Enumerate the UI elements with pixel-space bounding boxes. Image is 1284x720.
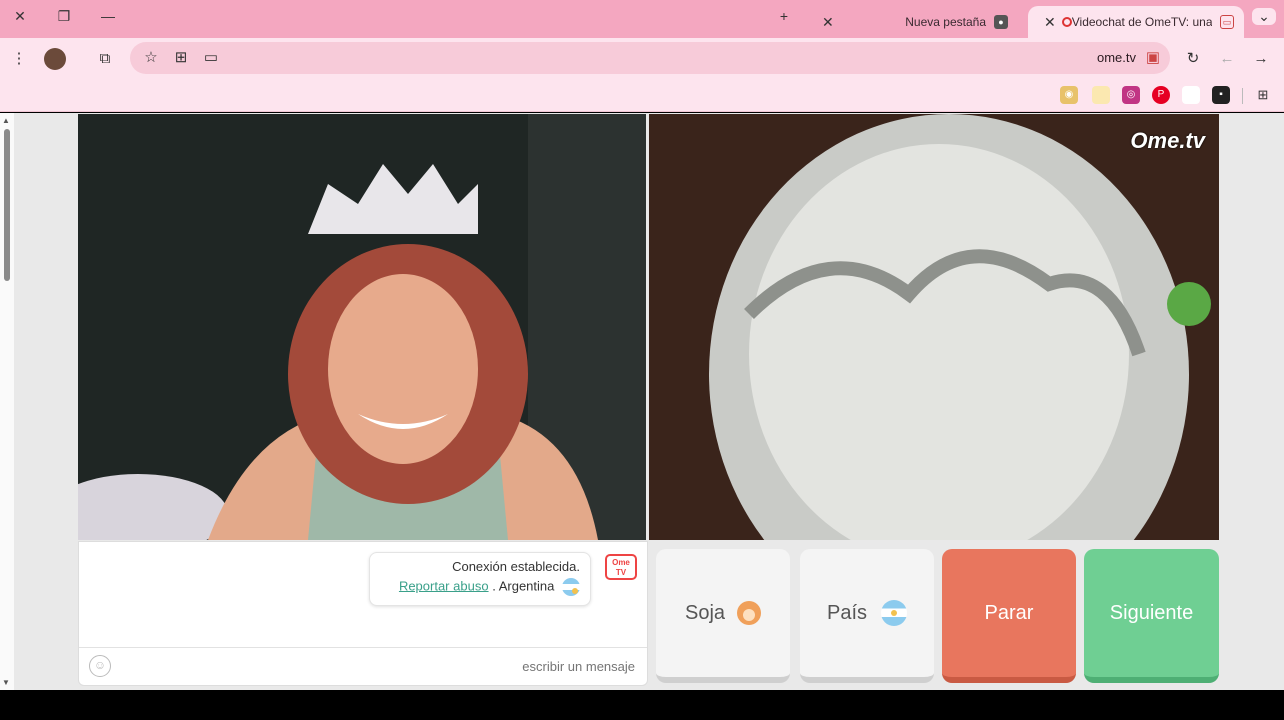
- page-content: ▲ ▼ Ome.tv Conexión establecida. Reporta…: [0, 113, 1284, 690]
- pinterest-icon[interactable]: P: [1152, 86, 1170, 104]
- recording-icon: [1061, 17, 1072, 27]
- country-filter-button[interactable]: País: [800, 549, 934, 683]
- minimize-window-icon[interactable]: —: [96, 8, 120, 24]
- country-text: Argentina: [498, 578, 555, 594]
- instagram-icon[interactable]: ◎: [1122, 86, 1140, 104]
- new-tab-icon[interactable]: +: [772, 8, 796, 24]
- tab-title: Videochat de OmeTV: una: [1071, 15, 1212, 29]
- stop-label: Parar: [984, 601, 1034, 624]
- cast-icon[interactable]: ▭: [200, 47, 222, 69]
- self-video: Ome.tv: [649, 114, 1219, 540]
- tab-new-tab[interactable]: ✕ Nueva pestaña ●: [806, 6, 1018, 38]
- url-text[interactable]: ome.tv: [1097, 50, 1136, 65]
- site-info-icon[interactable]: ▣: [1142, 47, 1164, 69]
- next-button[interactable]: Siguiente: [1084, 549, 1219, 683]
- emoji-icon[interactable]: ☺: [89, 655, 111, 677]
- chrome-icon: ●: [994, 15, 1008, 29]
- argentina-flag-icon: [562, 578, 580, 596]
- separator-text: .: [492, 578, 496, 594]
- bookmark-icon[interactable]: ◉: [1060, 86, 1078, 104]
- bookmark-icon[interactable]: [1092, 86, 1110, 104]
- reload-icon[interactable]: ↻: [1182, 48, 1204, 70]
- close-tab-icon[interactable]: ✕: [1044, 14, 1056, 31]
- ometv-logo-icon: Ome TV: [605, 554, 637, 580]
- connection-status-text: Conexión establecida.: [452, 559, 580, 574]
- bookmark-icon[interactable]: [1182, 86, 1200, 104]
- profile-avatar[interactable]: [44, 48, 66, 70]
- tab-title: Nueva pestaña: [905, 15, 986, 29]
- close-tab-icon[interactable]: ✕: [822, 14, 834, 31]
- scrollbar-thumb[interactable]: [4, 129, 10, 281]
- scroll-down-icon[interactable]: ▼: [2, 678, 10, 687]
- self-video-image: [649, 114, 1219, 540]
- gender-filter-button[interactable]: Soja: [656, 549, 790, 683]
- partner-video: [78, 114, 646, 540]
- address-bar[interactable]: ☆ ⊞ ▭ ome.tv ▣: [130, 42, 1170, 74]
- extensions-icon[interactable]: ⧉: [94, 48, 116, 70]
- stop-button[interactable]: Parar: [942, 549, 1076, 683]
- forward-icon[interactable]: ←: [1216, 48, 1238, 70]
- report-abuse-link[interactable]: Reportar abuso: [399, 578, 489, 593]
- translate-icon[interactable]: ⊞: [170, 47, 192, 69]
- menu-icon[interactable]: ⋮: [8, 48, 30, 70]
- close-window-icon[interactable]: ✕: [8, 8, 32, 25]
- bookmarks-bar: ◉ ◎ P ▪ ⊞: [0, 80, 1284, 112]
- scrollbar[interactable]: ▲ ▼: [0, 113, 14, 690]
- taskbar-area: [0, 690, 1284, 720]
- back-icon[interactable]: →: [1250, 48, 1272, 70]
- browser-toolbar: ⋮ ⧉ ☆ ⊞ ▭ ome.tv ▣ ↻ ← →: [0, 38, 1284, 80]
- gender-filter-label: Soja: [684, 601, 726, 624]
- country-filter-label: País: [826, 601, 868, 624]
- scroll-up-icon[interactable]: ▲: [2, 116, 10, 125]
- argentina-flag-icon: [881, 600, 908, 626]
- next-label: Siguiente: [1109, 601, 1194, 624]
- tab-ometv[interactable]: ✕ Videochat de OmeTV: una ▭: [1028, 6, 1244, 38]
- woman-emoji-icon: [737, 601, 762, 625]
- partner-video-image: [78, 114, 646, 540]
- ometv-favicon-icon: ▭: [1220, 15, 1234, 29]
- bookmark-icon[interactable]: ▪: [1212, 86, 1230, 104]
- ometv-watermark: Ome.tv: [1130, 128, 1205, 153]
- tab-search-icon[interactable]: ⌄: [1252, 8, 1276, 25]
- bookmarks-divider: [1242, 88, 1243, 104]
- country-line: Reportar abuso . Argentina: [380, 578, 580, 596]
- chat-panel: Conexión establecida. Reportar abuso . A…: [78, 541, 648, 686]
- all-bookmarks-icon[interactable]: ⊞: [1254, 86, 1272, 104]
- system-message: Conexión establecida. Reportar abuso . A…: [369, 552, 591, 606]
- tab-bar: ✕ ❐ — + ✕ Nueva pestaña ● ✕ Videochat de…: [0, 0, 1284, 38]
- message-input[interactable]: [79, 647, 647, 685]
- bookmark-star-icon[interactable]: ☆: [140, 47, 162, 69]
- restore-window-icon[interactable]: ❐: [52, 8, 76, 25]
